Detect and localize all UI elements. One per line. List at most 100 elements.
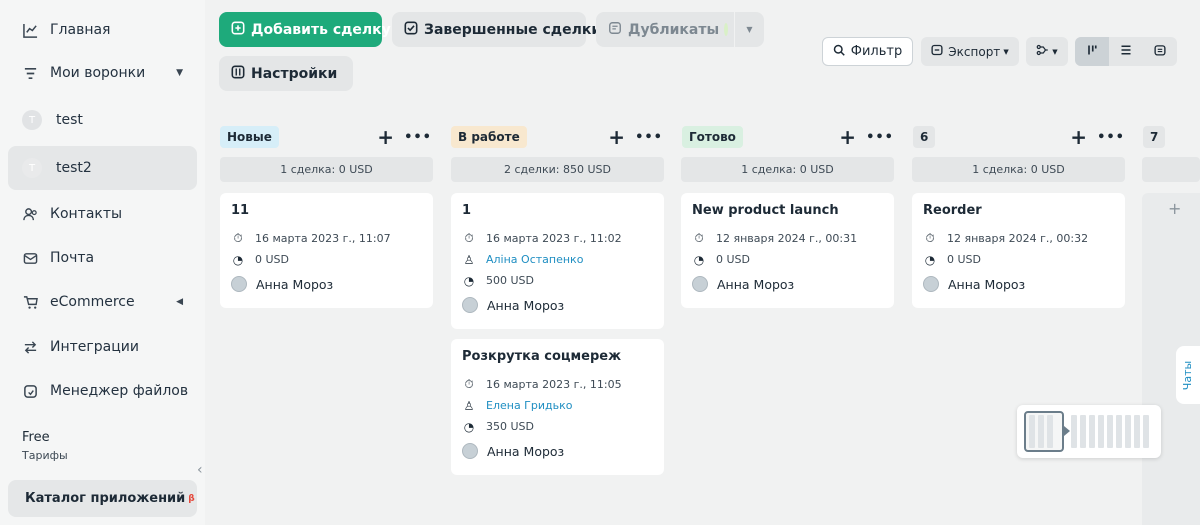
file-manager-icon [22,383,38,399]
deal-card[interactable]: 1 ⏱ 16 марта 2023 г., 11:02 ♙ Аліна Остапе… [451,193,664,329]
deal-card[interactable]: Розкрутка соцмереж ⏱ 16 марта 2023 г., 11… [451,339,664,475]
duplicates-button[interactable]: Дубликаты [596,12,734,47]
completed-deals-label: Завершенные сделки [424,21,602,38]
deal-card[interactable]: New product launch ⏱ 12 января 2024 г., 0… [681,193,894,308]
sidebar-item-label: Контакты [50,206,123,222]
deal-card[interactable]: 11 ⏱ 16 марта 2023 г., 11:07 ◔ 0 USD Анна … [220,193,433,308]
wallet-icon: ◔ [693,252,705,267]
sidebar-item-label: test [56,112,83,128]
person-icon: ♙ [463,398,475,413]
deal-card[interactable]: Reorder ⏱ 12 января 2024 г., 00:32 ◔ 0 USD… [912,193,1125,308]
export-icon [931,44,943,59]
sidebar-item-label: eCommerce [50,294,135,310]
sidebar-item-funnels[interactable]: Мои воронки ▼ [8,51,197,95]
deal-amount: 0 USD [947,253,981,266]
more-icon[interactable]: ••• [635,130,663,145]
column-summary: 1 сделка: 0 USD [912,157,1125,182]
more-icon[interactable]: ••• [404,130,432,145]
sidebar-item-integrations[interactable]: Интеграции [8,325,197,369]
add-icon[interactable]: + [1070,125,1087,149]
chart-line-icon [22,22,38,38]
export-button[interactable]: Экспорт ▼ [921,37,1019,66]
column-header: Новые + ••• [220,125,432,149]
deal-title: New product launch [692,203,839,218]
filter-label: Фильтр [850,44,903,59]
deal-date: 12 января 2024 г., 00:32 [947,232,1089,245]
sidebar-item-label: test2 [56,160,92,176]
add-deal-button[interactable]: Добавить сделку [219,12,391,47]
more-icon[interactable]: ••• [866,130,894,145]
wallet-icon: ◔ [924,252,936,267]
wallet-icon: ◔ [463,273,475,288]
chevron-down-icon: ▼ [1052,47,1058,56]
avatar [462,443,478,459]
sidebar: Главная Мои воронки ▼ T test T test2 Кон… [0,0,205,525]
integrations-icon [22,339,38,355]
list-view-button[interactable] [1109,37,1143,66]
stage-tag: 6 [913,126,936,148]
filter-button[interactable]: Фильтр [822,37,913,66]
avatar [692,276,708,292]
sidebar-item-label: Главная [50,22,111,38]
chevron-left-icon: ◀ [176,297,183,307]
sidebar-item-home[interactable]: Главная [8,8,197,52]
calendar-icon [1154,44,1166,60]
app-catalog-label: Каталог приложений [25,491,186,506]
clock-hand-icon: ⏱ [233,231,243,245]
branch-view-button[interactable]: ▼ [1026,37,1068,66]
clock-hand-icon: ⏱ [694,231,704,245]
sidebar-item-label: Почта [50,250,95,266]
funnel-avatar: T [22,158,42,178]
plans-link[interactable]: Тарифы [22,449,68,462]
column-header: Готово + ••• [682,125,894,149]
chats-tab[interactable]: Чаты [1176,346,1200,404]
column-header: 6 + ••• [913,125,1125,149]
column-summary: 1 сделка: 0 USD [681,157,894,182]
beta-badge: β [188,493,195,504]
deal-owner: Анна Мороз [487,443,565,459]
add-icon[interactable]: + [608,125,625,149]
avatar [923,276,939,292]
sidebar-item-mail[interactable]: Почта [8,236,197,280]
column-header: 7 [1143,126,1200,148]
chevron-down-icon: ▼ [746,25,753,34]
sidebar-item-test2[interactable]: T test2 [8,146,197,190]
stage-tag: Готово [682,126,743,148]
sidebar-item-file-manager[interactable]: Менеджер файлов [8,369,197,413]
duplicates-dropdown-button[interactable]: ▼ [735,12,764,47]
list-icon [1120,44,1132,60]
calendar-view-button[interactable] [1143,37,1177,66]
app-catalog-button[interactable]: Каталог приложений β [8,480,197,517]
funnel-avatar: T [22,110,42,130]
deal-owner: Анна Мороз [717,276,795,292]
deal-owner: Анна Мороз [256,276,334,292]
avatar [231,276,247,292]
duplicate-icon [608,21,622,39]
avatar [462,297,478,313]
settings-button[interactable]: Настройки [219,56,353,91]
deal-date: 12 января 2024 г., 00:31 [716,232,858,245]
sidebar-item-label: Менеджер файлов [50,383,189,399]
collapse-sidebar-icon[interactable]: ‹ [197,462,203,478]
add-deal-label: Добавить сделку [251,21,391,38]
sidebar-item-contacts[interactable]: Контакты [8,192,197,236]
add-icon[interactable]: + [1168,199,1181,218]
deal-contact-link[interactable]: Аліна Остапенко [486,253,583,266]
funnel-icon [22,65,38,81]
chevron-down-icon: ▼ [176,68,183,78]
sidebar-item-ecommerce[interactable]: eCommerce ◀ [8,280,197,324]
deal-contact-link[interactable]: Елена Гридько [486,399,572,412]
board-minimap[interactable] [1017,405,1161,458]
kanban-view-button[interactable] [1075,37,1109,66]
completed-deals-button[interactable]: Завершенные сделки [392,12,601,47]
search-icon [833,44,845,60]
add-icon[interactable]: + [839,125,856,149]
sidebar-item-test[interactable]: T test [8,98,197,142]
add-icon[interactable]: + [377,125,394,149]
add-square-icon [231,21,245,39]
export-label: Экспорт [948,44,1001,59]
deal-date: 16 марта 2023 г., 11:07 [255,232,391,245]
more-icon[interactable]: ••• [1097,130,1125,145]
chats-tab-label: Чаты [1181,360,1195,390]
deal-amount: 350 USD [486,420,534,433]
